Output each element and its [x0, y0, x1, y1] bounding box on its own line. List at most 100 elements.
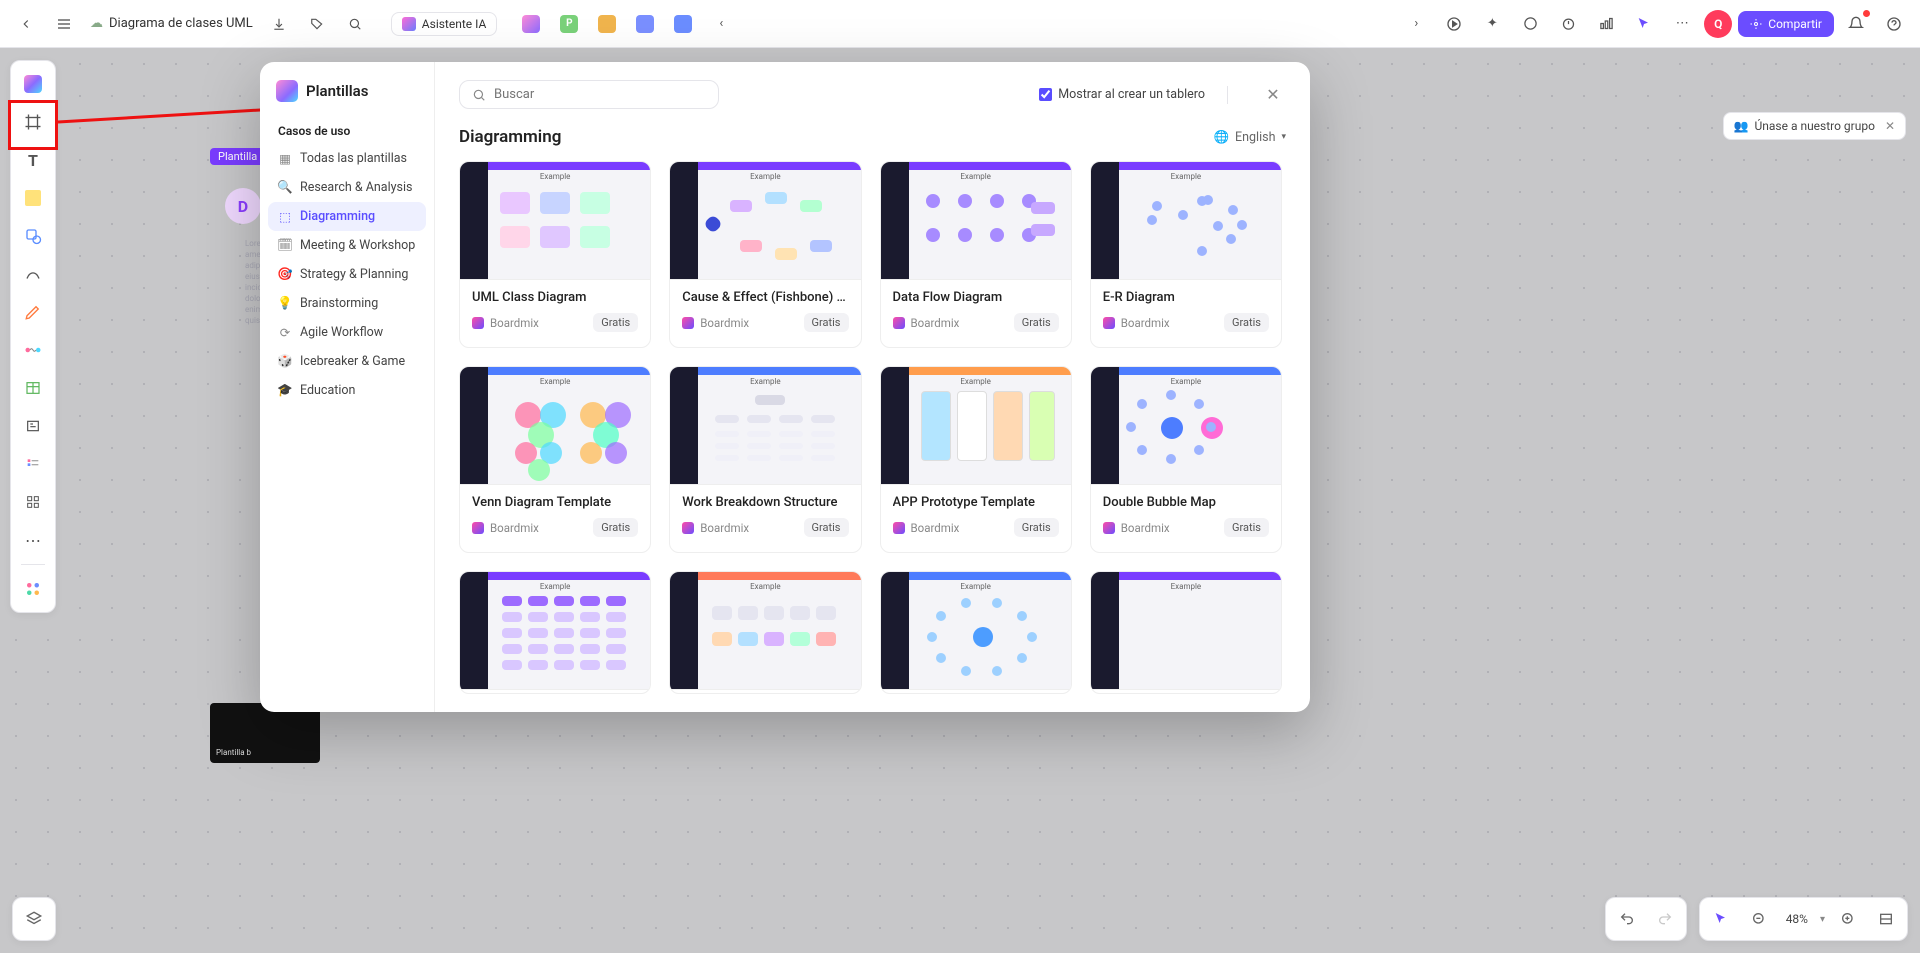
category-item[interactable]: 🎓Education: [268, 376, 426, 405]
redo-button[interactable]: [1650, 904, 1680, 934]
category-item[interactable]: 🔍Research & Analysis: [268, 173, 426, 202]
help-circle-icon[interactable]: [1878, 8, 1910, 40]
join-group-chip[interactable]: 👥 Únase a nuestro grupo ✕: [1723, 112, 1906, 140]
close-modal-button[interactable]: ✕: [1260, 82, 1286, 108]
category-item[interactable]: ⬚Diagramming: [268, 202, 426, 231]
template-search[interactable]: [459, 80, 719, 109]
boardmix-icon: [472, 317, 484, 329]
text-block-tool[interactable]: [16, 409, 50, 443]
price-badge: Gratis: [1014, 518, 1059, 537]
list-tool[interactable]: [16, 447, 50, 481]
template-card[interactable]: ExampleData Flow DiagramBoardmixGratis: [880, 161, 1072, 348]
show-on-create-label: Mostrar al crear un tablero: [1058, 87, 1205, 102]
category-item[interactable]: ⟳Agile Workflow: [268, 318, 426, 347]
chevron-right-icon[interactable]: ›: [1400, 8, 1432, 40]
help-icon[interactable]: ⋯: [1666, 8, 1698, 40]
chat-icon[interactable]: [1514, 8, 1546, 40]
template-card[interactable]: Example: [880, 571, 1072, 694]
category-item[interactable]: 🎯Strategy & Planning: [268, 260, 426, 289]
timer-icon[interactable]: [1552, 8, 1584, 40]
language-picker[interactable]: 🌐 English ▾: [1213, 130, 1286, 145]
fit-view-button[interactable]: [1871, 904, 1901, 934]
template-card[interactable]: Example: [669, 571, 861, 694]
swatch-5[interactable]: [667, 8, 699, 40]
chevron-left-icon[interactable]: ‹: [705, 8, 737, 40]
apps-tool[interactable]: [16, 572, 50, 606]
play-icon[interactable]: [1438, 8, 1470, 40]
templates-grid: ExampleUML Class DiagramBoardmixGratisEx…: [459, 161, 1286, 694]
category-item[interactable]: ▦Todas las plantillas: [268, 144, 426, 173]
share-button[interactable]: Compartir: [1738, 11, 1834, 37]
template-thumbnail: Example: [670, 162, 860, 280]
user-avatar[interactable]: Q: [1704, 10, 1732, 38]
sticky-note-tool[interactable]: [16, 181, 50, 215]
template-card[interactable]: Example: [1090, 571, 1282, 694]
connection-tool[interactable]: [16, 333, 50, 367]
templates-tool[interactable]: [16, 67, 50, 101]
tag-icon[interactable]: [301, 8, 333, 40]
undo-button[interactable]: [1612, 904, 1642, 934]
show-on-create-toggle[interactable]: Mostrar al crear un tablero: [1039, 87, 1205, 102]
download-icon[interactable]: [263, 8, 295, 40]
sparkle-icon[interactable]: ✦: [1476, 8, 1508, 40]
template-thumbnail: Example: [1091, 162, 1281, 280]
template-card[interactable]: ExampleUML Class DiagramBoardmixGratis: [459, 161, 651, 348]
template-card[interactable]: ExampleE-R DiagramBoardmixGratis: [1090, 161, 1282, 348]
dark-card: Plantilla b: [210, 703, 320, 763]
chevron-down-icon[interactable]: ▾: [1820, 914, 1825, 925]
search-input[interactable]: [494, 87, 706, 102]
show-on-create-checkbox[interactable]: [1039, 88, 1052, 101]
grid-tool[interactable]: [16, 485, 50, 519]
category-icon: 🔍: [278, 181, 292, 195]
join-group-label: Únase a nuestro grupo: [1754, 119, 1874, 133]
template-thumbnail: Example: [460, 367, 650, 485]
swatch-3[interactable]: [591, 8, 623, 40]
category-icon: 🎯: [278, 268, 292, 282]
topbar: ☁ Diagrama de clases UML Asistente IA P …: [0, 0, 1920, 48]
bell-icon[interactable]: [1840, 8, 1872, 40]
close-join-chip[interactable]: ✕: [1885, 119, 1895, 133]
layers-button[interactable]: [19, 904, 49, 934]
template-name: Data Flow Diagram: [893, 290, 1059, 305]
zoom-in-button[interactable]: [1833, 904, 1863, 934]
line-tool[interactable]: [16, 257, 50, 291]
zoom-out-button[interactable]: [1744, 904, 1774, 934]
category-item[interactable]: 💡Brainstorming: [268, 289, 426, 318]
category-icon: 🎓: [278, 384, 292, 398]
language-label: English: [1235, 130, 1275, 145]
boardmix-icon: [682, 317, 694, 329]
template-source: Boardmix: [472, 316, 539, 330]
graph-icon[interactable]: [1590, 8, 1622, 40]
swatch-2[interactable]: P: [553, 8, 585, 40]
cursor-tool-icon[interactable]: [1628, 8, 1660, 40]
menu-button[interactable]: [48, 8, 80, 40]
template-source: Boardmix: [682, 316, 749, 330]
zoom-value[interactable]: 48%: [1782, 912, 1812, 926]
search-icon[interactable]: [339, 8, 371, 40]
frame-tool[interactable]: [16, 105, 50, 139]
template-card[interactable]: ExampleAPP Prototype TemplateBoardmixGra…: [880, 366, 1072, 553]
template-card[interactable]: ExampleWork Breakdown StructureBoardmixG…: [669, 366, 861, 553]
selection-badge: D: [225, 188, 261, 224]
boardmix-icon: [1103, 522, 1115, 534]
text-tool[interactable]: T: [16, 143, 50, 177]
template-source: Boardmix: [893, 316, 960, 330]
table-tool[interactable]: [16, 371, 50, 405]
template-card[interactable]: ExampleVenn Diagram TemplateBoardmixGrat…: [459, 366, 651, 553]
pen-tool[interactable]: [16, 295, 50, 329]
back-button[interactable]: [10, 8, 42, 40]
pointer-mode[interactable]: [1706, 904, 1736, 934]
more-tools[interactable]: ⋯: [16, 523, 50, 557]
shape-tool[interactable]: [16, 219, 50, 253]
category-item[interactable]: 🗓Meeting & Workshop: [268, 231, 426, 260]
ai-assistant-chip[interactable]: Asistente IA: [391, 12, 498, 36]
category-item[interactable]: 🎲Icebreaker & Game: [268, 347, 426, 376]
template-card[interactable]: ExampleCause & Effect (Fishbone) Dia...B…: [669, 161, 861, 348]
swatch-4[interactable]: [629, 8, 661, 40]
template-card[interactable]: ExampleDouble Bubble MapBoardmixGratis: [1090, 366, 1282, 553]
doc-title[interactable]: ☁ Diagrama de clases UML: [86, 16, 257, 31]
swatch-1[interactable]: [515, 8, 547, 40]
template-card[interactable]: Example: [459, 571, 651, 694]
category-icon: ▦: [278, 152, 292, 166]
template-name: E-R Diagram: [1103, 290, 1269, 305]
